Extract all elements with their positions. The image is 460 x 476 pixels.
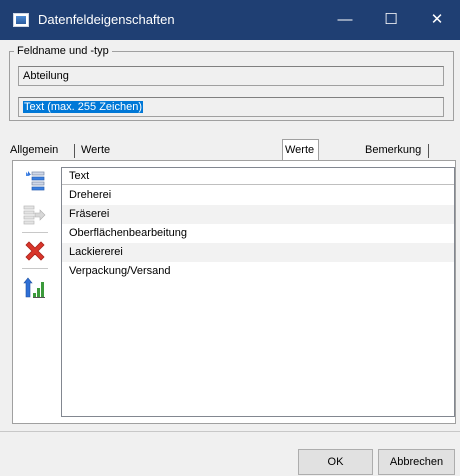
move-right-icon[interactable] bbox=[22, 203, 46, 227]
value-list[interactable]: Text Dreherei Fräserei Oberflächenbearbe… bbox=[61, 167, 455, 417]
list-item[interactable]: Fräserei bbox=[62, 205, 454, 224]
field-name-input[interactable]: Abteilung bbox=[18, 66, 444, 86]
list-header[interactable]: Text bbox=[62, 168, 454, 185]
list-item[interactable]: Dreherei bbox=[62, 186, 454, 205]
list-item-label: Lackiererei bbox=[69, 246, 123, 258]
field-type-value: Text (max. 255 Zeichen) bbox=[23, 101, 143, 113]
list-item[interactable]: Lackiererei bbox=[62, 243, 454, 262]
header-divider bbox=[62, 184, 454, 185]
cancel-button[interactable]: Abbrechen bbox=[378, 449, 455, 475]
field-type-input[interactable]: Text (max. 255 Zeichen) bbox=[18, 97, 444, 117]
group-legend: Feldname und -typ bbox=[17, 45, 109, 57]
list-item-label: Dreherei bbox=[69, 189, 112, 201]
tab-allgemein[interactable]: Allgemein bbox=[8, 142, 60, 160]
list-item-label: Fräserei bbox=[69, 208, 110, 220]
list-item[interactable]: Oberflächenbearbeitung bbox=[62, 224, 454, 243]
tab-werte-standard[interactable]: Werte (Standard, Minimum, Maximum) bbox=[79, 142, 134, 204]
ok-button[interactable]: OK bbox=[298, 449, 373, 475]
delete-icon[interactable] bbox=[23, 240, 47, 264]
insert-row-icon[interactable] bbox=[22, 169, 46, 193]
tab-werte-liste[interactable]: Werte (Liste) bbox=[282, 139, 319, 177]
close-button[interactable]: ✕ bbox=[414, 0, 460, 40]
toolbar-separator bbox=[22, 268, 48, 269]
app-icon bbox=[13, 13, 29, 27]
tab-bemerkung[interactable]: Bemerkung bbox=[363, 142, 423, 160]
minimize-button[interactable]: — bbox=[322, 0, 368, 40]
window-title: Datenfeldeigenschaften bbox=[38, 12, 175, 27]
list-item-label: Verpackung/Versand bbox=[69, 265, 171, 277]
maximize-button[interactable]: ☐ bbox=[368, 0, 414, 40]
tab-separator bbox=[428, 144, 429, 158]
title-bar: Datenfeldeigenschaften — ☐ ✕ bbox=[0, 0, 460, 40]
list-header-label: Text bbox=[69, 170, 90, 182]
list-item-label: Oberflächenbearbeitung bbox=[69, 227, 188, 239]
sort-ascending-icon[interactable] bbox=[23, 276, 47, 300]
list-item[interactable]: Verpackung/Versand bbox=[62, 262, 454, 281]
tab-separator bbox=[74, 144, 75, 158]
toolbar-separator bbox=[22, 232, 48, 233]
footer-divider bbox=[0, 431, 460, 432]
